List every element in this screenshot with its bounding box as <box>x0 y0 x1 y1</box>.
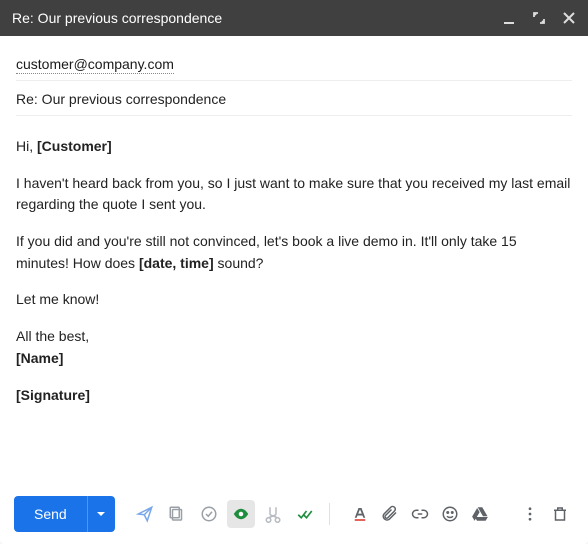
formatting-button[interactable] <box>346 500 374 528</box>
compose-toolbar: Send <box>0 486 588 544</box>
expand-icon <box>532 11 546 25</box>
trash-icon <box>551 505 569 523</box>
task-button[interactable] <box>195 500 223 528</box>
emoji-button[interactable] <box>436 500 464 528</box>
templates-icon <box>168 505 186 523</box>
send-group: Send <box>14 496 115 532</box>
window-title: Re: Our previous correspondence <box>12 10 502 26</box>
check-circle-icon <box>200 505 218 523</box>
kebab-icon <box>521 505 539 523</box>
tracking-tools <box>131 500 319 528</box>
link-icon <box>411 505 429 523</box>
paragraph-3: Let me know! <box>16 289 572 311</box>
snippets-button[interactable] <box>259 500 287 528</box>
header-fields: customer@company.com Re: Our previous co… <box>0 36 588 116</box>
compose-window: Re: Our previous correspondence customer… <box>0 0 588 544</box>
emoji-icon <box>441 505 459 523</box>
overflow-tools <box>516 500 574 528</box>
para2-placeholder: [date, time] <box>139 255 214 271</box>
window-controls <box>502 11 576 25</box>
drive-icon <box>471 505 489 523</box>
window-header: Re: Our previous correspondence <box>0 0 588 36</box>
double-check-icon <box>296 505 314 523</box>
paper-plane-icon <box>136 505 154 523</box>
eye-icon <box>232 505 250 523</box>
send-button[interactable]: Send <box>14 496 87 532</box>
para2-pre: If you did and you're still not convince… <box>16 233 517 271</box>
paragraph-2: If you did and you're still not convince… <box>16 231 572 274</box>
name-line: [Name] <box>16 348 572 370</box>
para2-post: sound? <box>214 255 264 271</box>
tracking-toggle[interactable] <box>227 500 255 528</box>
minimize-icon <box>502 11 516 25</box>
snippet-icon <box>264 505 282 523</box>
message-body[interactable]: Hi, [Customer] I haven't heard back from… <box>0 116 588 406</box>
signature-line: [Signature] <box>16 385 572 407</box>
text-format-icon <box>351 505 369 523</box>
templates-button[interactable] <box>163 500 191 528</box>
greeting-placeholder: [Customer] <box>37 138 112 154</box>
toolbar-divider <box>329 503 330 525</box>
subject-field[interactable]: Re: Our previous correspondence <box>16 81 572 116</box>
link-button[interactable] <box>406 500 434 528</box>
signoff-line: All the best, <box>16 326 572 348</box>
name-placeholder: [Name] <box>16 350 63 366</box>
send-later-button[interactable] <box>131 500 159 528</box>
close-icon <box>562 11 576 25</box>
send-options-button[interactable] <box>87 496 115 532</box>
recipient-chip[interactable]: customer@company.com <box>16 56 174 74</box>
format-tools <box>346 500 494 528</box>
greeting-line: Hi, [Customer] <box>16 136 572 158</box>
caret-down-icon <box>96 509 106 519</box>
minimize-button[interactable] <box>502 11 516 25</box>
discard-button[interactable] <box>546 500 574 528</box>
to-field[interactable]: customer@company.com <box>16 46 572 81</box>
close-button[interactable] <box>562 11 576 25</box>
signature-placeholder: [Signature] <box>16 387 90 403</box>
more-options-button[interactable] <box>516 500 544 528</box>
double-check-button[interactable] <box>291 500 319 528</box>
greeting-text: Hi, <box>16 138 37 154</box>
paragraph-1: I haven't heard back from you, so I just… <box>16 173 572 216</box>
expand-button[interactable] <box>532 11 546 25</box>
drive-button[interactable] <box>466 500 494 528</box>
attach-button[interactable] <box>376 500 404 528</box>
paperclip-icon <box>381 505 399 523</box>
